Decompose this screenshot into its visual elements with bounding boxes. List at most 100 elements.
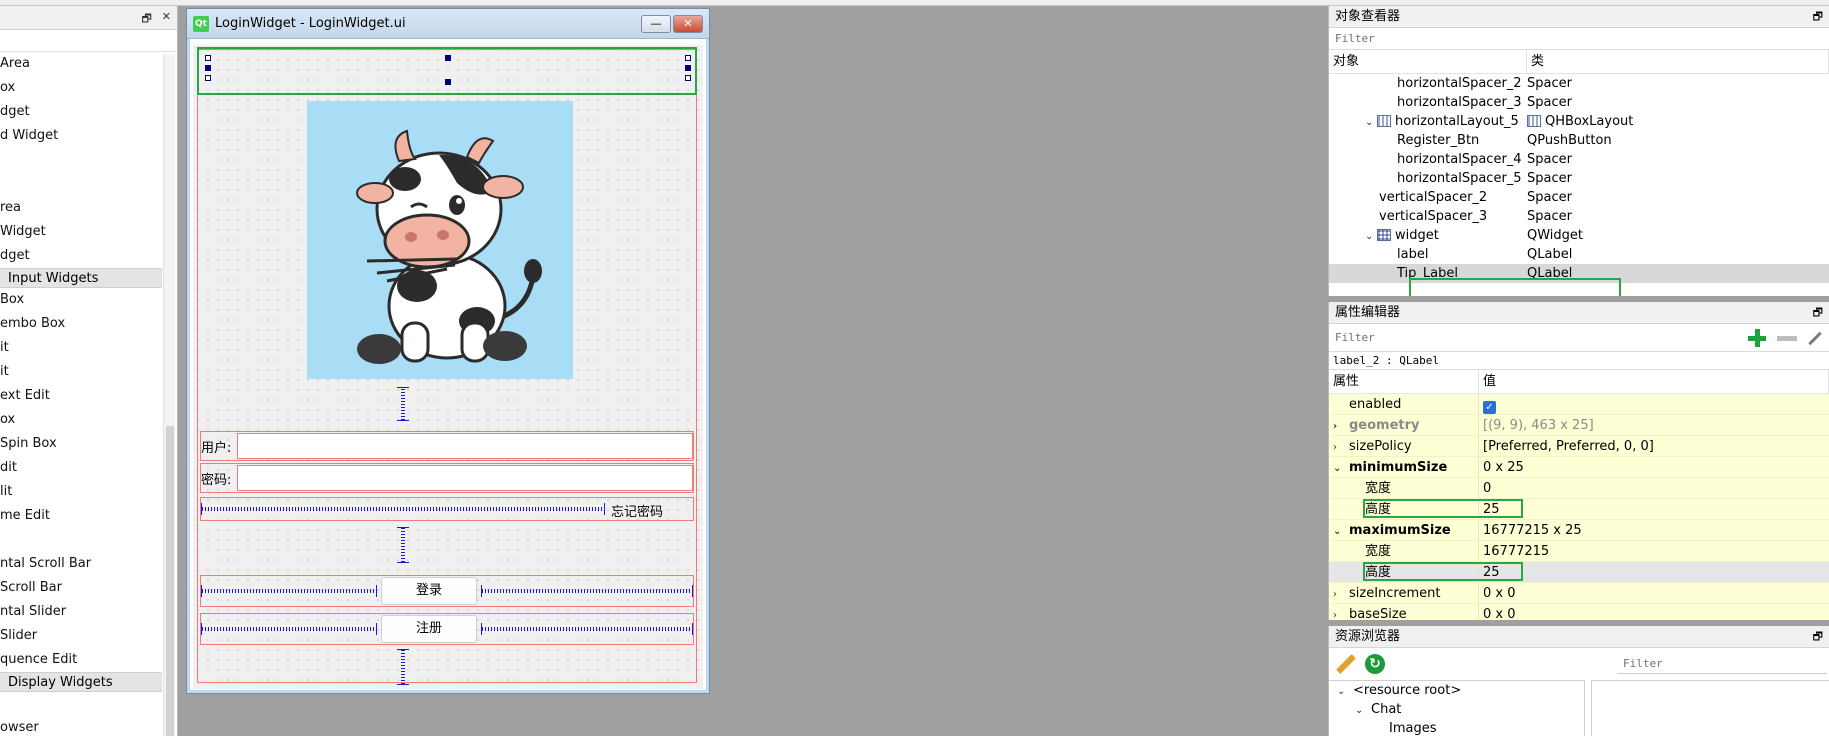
widget-item[interactable]	[0, 172, 177, 196]
widget-item[interactable]: ntal Slider	[0, 600, 177, 624]
widget-item[interactable]: dit	[0, 456, 177, 480]
property-row[interactable]: enabled ✓	[1329, 394, 1829, 415]
widget-item[interactable]: quence Edit	[0, 648, 177, 672]
reload-icon[interactable]: ↻	[1365, 654, 1385, 674]
widget-item[interactable]: embo Box	[0, 312, 177, 336]
object-row[interactable]: horizontalSpacer_2 Spacer	[1329, 74, 1829, 93]
widget-item[interactable]: ox	[0, 76, 177, 100]
widget-item[interactable]: ext Edit	[0, 384, 177, 408]
widget-box-scrollbar[interactable]	[163, 54, 175, 736]
object-row[interactable]: horizontalSpacer_5 Spacer	[1329, 169, 1829, 188]
col-object[interactable]: 对象	[1329, 50, 1527, 73]
resize-handle[interactable]	[445, 79, 451, 85]
widget-item[interactable]: Spin Box	[0, 432, 177, 456]
resize-handle[interactable]	[685, 65, 691, 71]
close-button[interactable]: ✕	[673, 15, 703, 33]
widget-item[interactable]: Scroll Bar	[0, 576, 177, 600]
horizontal-spacer[interactable]	[481, 623, 693, 635]
form-canvas[interactable]: 用户: 密码: 忘记密码 登录 注册	[193, 45, 703, 689]
close-icon[interactable]: ✕	[162, 10, 171, 29]
widget-item[interactable]: lit	[0, 480, 177, 504]
float-icon[interactable]: 🗗	[1813, 626, 1823, 648]
float-icon[interactable]: 🗗	[1813, 302, 1823, 324]
widget-item[interactable]	[0, 148, 177, 172]
widget-item[interactable]: dget	[0, 100, 177, 124]
property-value-cell[interactable]: 0 x 0	[1479, 583, 1516, 603]
widget-item[interactable]: it	[0, 360, 177, 384]
property-value-cell[interactable]: 0 x 25	[1479, 457, 1524, 477]
chevron-right-icon[interactable]: ›	[1333, 437, 1349, 456]
property-value-cell[interactable]: 0 x 0	[1479, 604, 1516, 620]
resize-handle[interactable]	[445, 55, 451, 61]
register-button[interactable]: 注册	[381, 615, 477, 643]
widget-item[interactable]: ox	[0, 408, 177, 432]
object-row[interactable]: horizontalSpacer_3 Spacer	[1329, 93, 1829, 112]
category-input-widgets[interactable]: Input Widgets	[0, 268, 162, 288]
object-row[interactable]: verticalSpacer_3 Spacer	[1329, 207, 1829, 226]
property-value-cell[interactable]: 0	[1479, 478, 1491, 498]
property-row[interactable]: ⌄ maximumSize 16777215 x 25	[1329, 520, 1829, 541]
login-button[interactable]: 登录	[381, 577, 477, 605]
widget-item[interactable]: rea	[0, 196, 177, 220]
forgot-password-label[interactable]: 忘记密码	[611, 501, 663, 520]
horizontal-spacer[interactable]	[201, 585, 377, 597]
property-value-cell[interactable]: 16777215	[1479, 541, 1549, 561]
enabled-checkbox[interactable]: ✓	[1483, 401, 1496, 414]
property-value-cell[interactable]: [(9, 9), 463 x 25]	[1479, 415, 1594, 435]
resize-handle[interactable]	[685, 55, 691, 61]
cow-picture-label[interactable]	[307, 101, 573, 379]
widget-item[interactable]: d Widget	[0, 124, 177, 148]
property-value-cell[interactable]: [Preferred, Preferred, 0, 0]	[1479, 436, 1654, 456]
chevron-down-icon[interactable]: ⌄	[1337, 682, 1353, 701]
resource-filter-input[interactable]: Filter	[1617, 654, 1827, 674]
widget-item[interactable]: Area	[0, 52, 177, 76]
object-row[interactable]: ⌄ widget QWidget	[1329, 226, 1829, 245]
vertical-spacer[interactable]	[397, 387, 409, 421]
scrollbar-thumb[interactable]	[166, 426, 174, 736]
resize-handle[interactable]	[205, 55, 211, 61]
object-row[interactable]: Register_Btn QPushButton	[1329, 131, 1829, 150]
object-row[interactable]: ⌄ horizontalLayout_5 QHBoxLayout	[1329, 112, 1829, 131]
property-row[interactable]: › baseSize 0 x 0	[1329, 604, 1829, 620]
horizontal-spacer[interactable]	[481, 585, 693, 597]
form-window[interactable]: Qt LoginWidget - LoginWidget.ui — ✕ 用户: …	[186, 8, 710, 694]
property-row[interactable]: › sizePolicy [Preferred, Preferred, 0, 0]	[1329, 436, 1829, 457]
col-property[interactable]: 属性	[1329, 370, 1479, 393]
property-row[interactable]: ⌄ minimumSize 0 x 25	[1329, 457, 1829, 478]
configure-icon[interactable]	[1808, 331, 1822, 345]
widget-item[interactable]: dget	[0, 244, 177, 268]
chevron-right-icon[interactable]: ›	[1333, 605, 1349, 620]
widget-item[interactable]: it	[0, 336, 177, 360]
category-display-widgets[interactable]: Display Widgets	[0, 672, 162, 692]
widget-item[interactable]: owser	[0, 716, 177, 736]
widget-item[interactable]: Widget	[0, 220, 177, 244]
user-input[interactable]	[237, 433, 693, 459]
property-row[interactable]: 高度 25	[1329, 562, 1829, 583]
chevron-down-icon[interactable]: ⌄	[1333, 458, 1349, 477]
property-value-cell[interactable]: 16777215 x 25	[1479, 520, 1582, 540]
property-row[interactable]: 宽度 0	[1329, 478, 1829, 499]
form-window-titlebar[interactable]: Qt LoginWidget - LoginWidget.ui — ✕	[187, 9, 709, 39]
property-row[interactable]: 宽度 16777215	[1329, 541, 1829, 562]
widget-item[interactable]: me Edit	[0, 504, 177, 528]
chevron-down-icon[interactable]: ⌄	[1365, 227, 1377, 246]
chevron-down-icon[interactable]: ⌄	[1365, 113, 1377, 132]
property-row[interactable]: › sizeIncrement 0 x 0	[1329, 583, 1829, 604]
property-value-cell[interactable]: ✓	[1479, 394, 1496, 414]
property-row[interactable]: › geometry [(9, 9), 463 x 25]	[1329, 415, 1829, 436]
widget-box-filter[interactable]	[0, 30, 177, 52]
add-property-icon[interactable]	[1747, 328, 1767, 348]
edit-resources-icon[interactable]	[1336, 654, 1356, 674]
float-icon[interactable]: 🗗	[1813, 6, 1823, 28]
widget-item[interactable]	[0, 528, 177, 552]
object-row[interactable]: horizontalSpacer_4 Spacer	[1329, 150, 1829, 169]
property-row[interactable]: 高度 25	[1329, 499, 1829, 520]
float-icon[interactable]: 🗗	[141, 10, 151, 29]
minimize-button[interactable]: —	[641, 15, 671, 33]
object-row[interactable]: verticalSpacer_2 Spacer	[1329, 188, 1829, 207]
remove-property-icon[interactable]	[1777, 335, 1797, 341]
resource-tree-item[interactable]: ⌄ <resource root>	[1329, 681, 1584, 700]
resize-handle[interactable]	[685, 75, 691, 81]
object-row[interactable]: label QLabel	[1329, 245, 1829, 264]
chevron-right-icon[interactable]: ›	[1333, 584, 1349, 603]
